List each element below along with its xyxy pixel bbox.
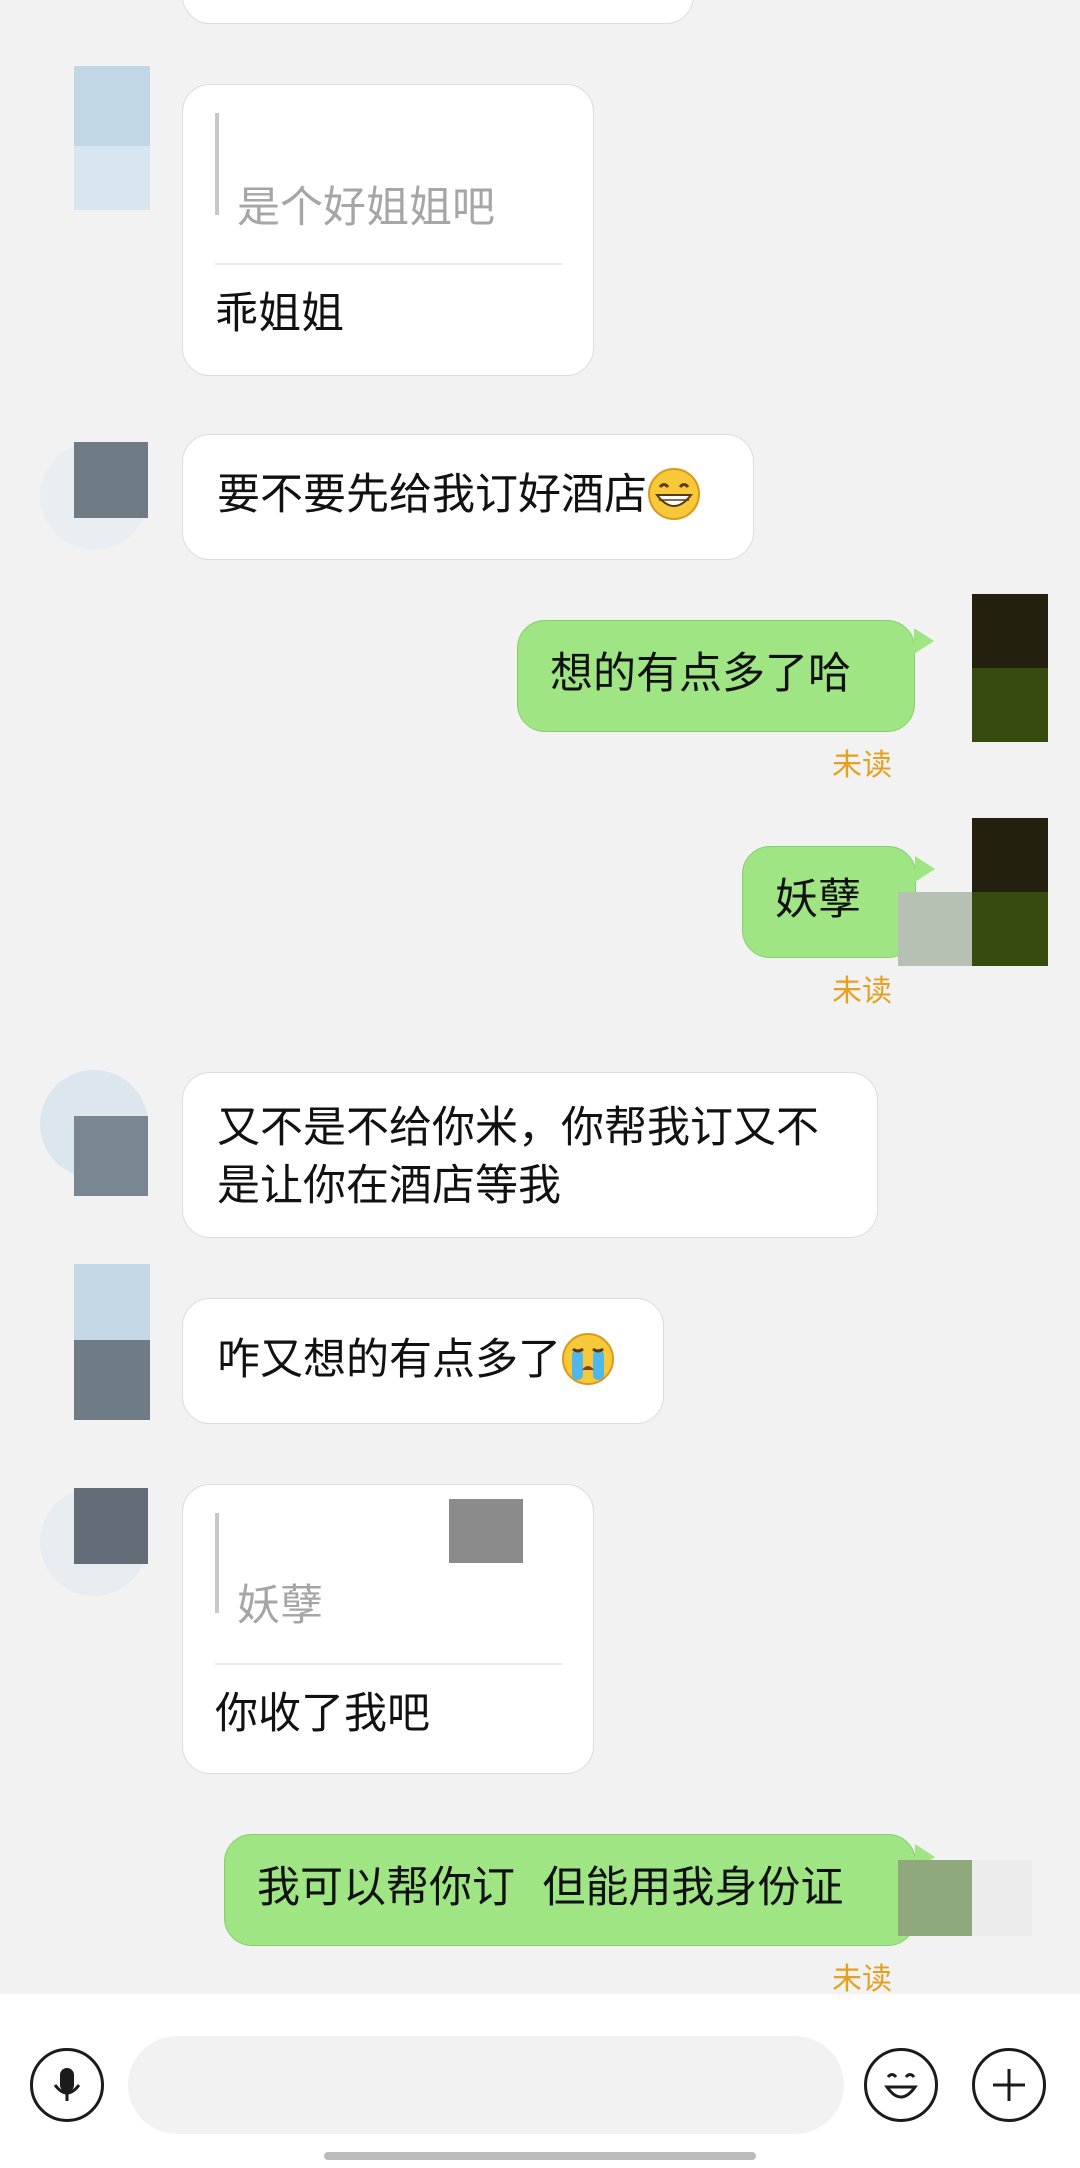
unread-status: 未读 xyxy=(832,748,892,783)
quote-bar xyxy=(215,113,219,215)
message-text: 咋又想的有点多了 xyxy=(217,1335,561,1385)
voice-input-button[interactable] xyxy=(30,2048,104,2122)
contact-avatar[interactable] xyxy=(40,1070,148,1200)
partial-message-bubble[interactable] xyxy=(182,0,694,24)
outgoing-message-bubble[interactable]: 想的有点多了哈 xyxy=(517,620,915,732)
message-text: 妖孽 xyxy=(775,875,861,925)
contact-avatar[interactable] xyxy=(40,442,148,550)
message-text: 要不要先给我订好酒店 xyxy=(217,470,647,520)
contact-avatar[interactable] xyxy=(74,1264,150,1420)
unread-status: 未读 xyxy=(832,974,892,1009)
message-text-line-1: 又不是不给你米，你帮我订又不 xyxy=(217,1103,819,1153)
chat-area[interactable]: 是个好姐姐吧 乖姐姐 要不要先给我订好酒店 想的有点多了哈 未读 妖孽 未读 又… xyxy=(0,0,1080,1997)
message-bubble[interactable]: 又不是不给你米，你帮我订又不 是让你在酒店等我 xyxy=(182,1072,878,1238)
quoted-text: 是个好姐姐吧 xyxy=(237,183,495,233)
quote-divider xyxy=(215,1663,563,1665)
bubble-tail xyxy=(914,628,934,654)
message-text-line-2: 是让你在酒店等我 xyxy=(217,1161,561,1211)
outgoing-message-bubble[interactable]: 我可以帮你订 但能用我身份证 xyxy=(224,1834,916,1946)
message-text: 乖姐姐 xyxy=(215,289,344,339)
quote-bar xyxy=(215,1513,219,1613)
smiley-icon xyxy=(884,2073,918,2099)
message-bubble[interactable]: 咋又想的有点多了 xyxy=(182,1298,664,1424)
home-indicator[interactable] xyxy=(324,2152,756,2160)
contact-avatar[interactable] xyxy=(74,66,164,216)
my-avatar[interactable] xyxy=(898,818,1048,966)
message-input[interactable] xyxy=(128,2036,844,2134)
quoted-image-thumbnail[interactable] xyxy=(449,1499,523,1563)
outgoing-message-bubble[interactable]: 妖孽 xyxy=(742,846,916,958)
more-options-button[interactable] xyxy=(972,2048,1046,2122)
my-avatar[interactable] xyxy=(972,594,1048,742)
unread-status: 未读 xyxy=(832,1962,892,1997)
message-bubble[interactable]: 是个好姐姐吧 乖姐姐 xyxy=(182,84,594,376)
emoji-button[interactable] xyxy=(864,2048,938,2122)
microphone-icon xyxy=(53,2068,81,2101)
message-bubble[interactable]: 要不要先给我订好酒店 xyxy=(182,434,754,560)
crying-face-emoji-icon xyxy=(561,1332,615,1386)
grinning-face-emoji-icon xyxy=(647,467,701,521)
message-text: 我可以帮你订 但能用我身份证 xyxy=(257,1863,844,1913)
quote-divider xyxy=(215,263,563,265)
contact-avatar[interactable] xyxy=(40,1488,148,1600)
my-avatar[interactable] xyxy=(898,1860,1048,1940)
message-bubble[interactable]: 妖孽 你收了我吧 xyxy=(182,1484,594,1774)
chat-input-bar xyxy=(0,1994,1080,2168)
quoted-text: 妖孽 xyxy=(237,1581,323,1631)
plus-icon xyxy=(993,2069,1025,2101)
message-text: 想的有点多了哈 xyxy=(550,649,851,699)
message-text: 你收了我吧 xyxy=(215,1689,430,1739)
